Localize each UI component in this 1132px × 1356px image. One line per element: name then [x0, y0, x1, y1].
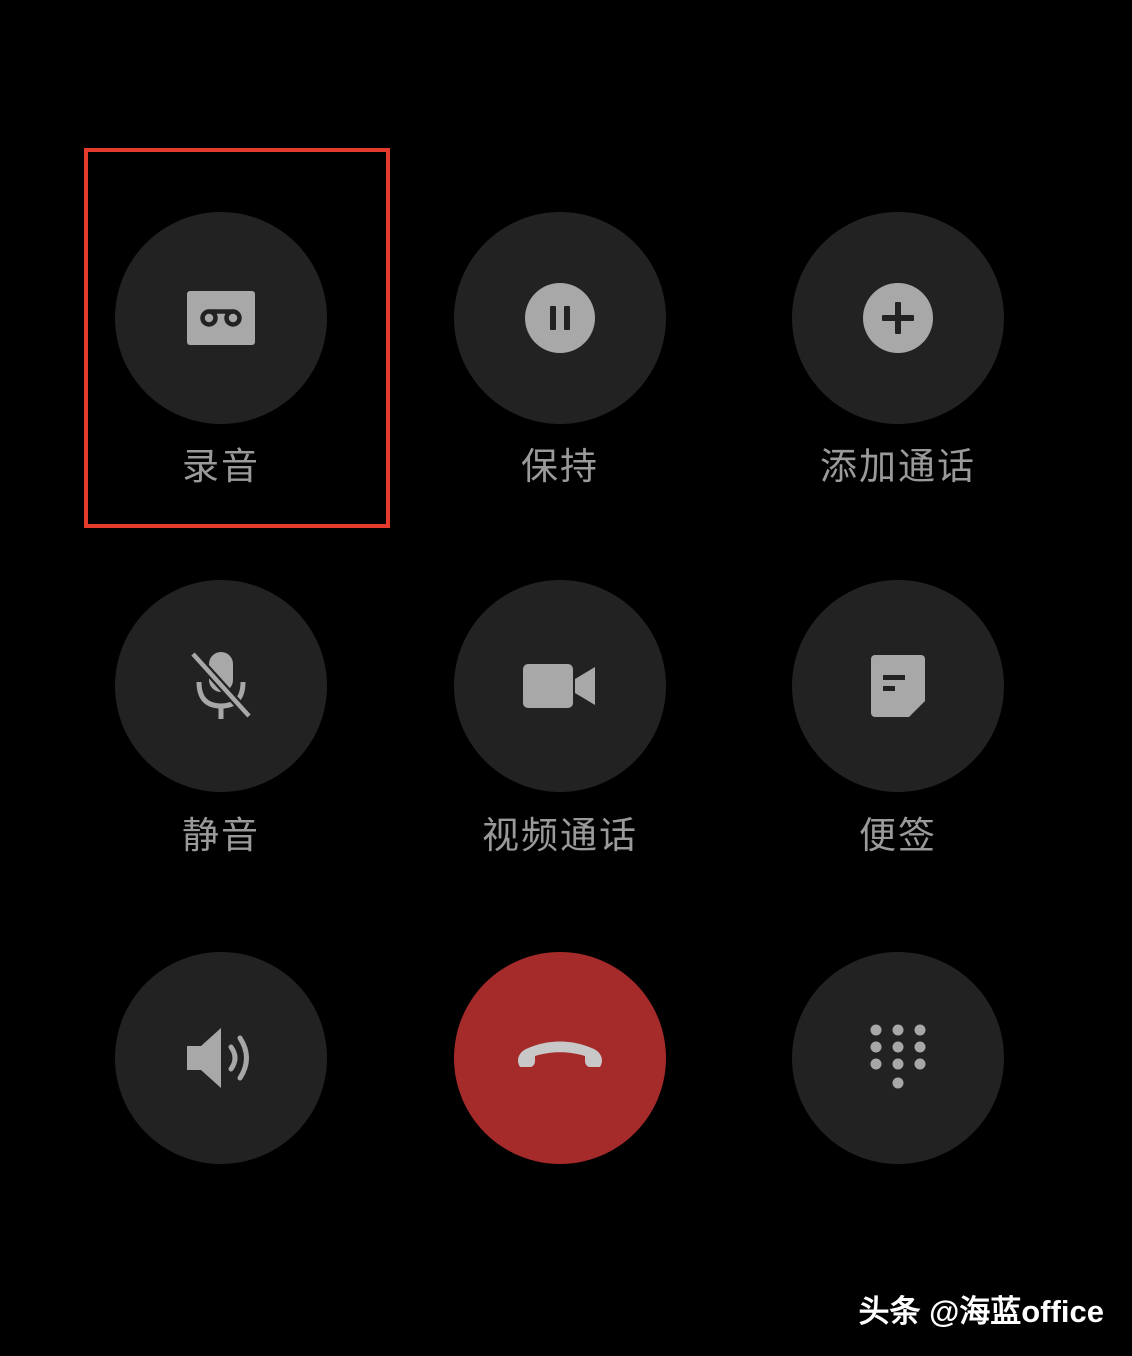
note-icon	[871, 655, 925, 717]
keypad-button[interactable]	[792, 952, 1004, 1164]
microphone-off-icon	[189, 650, 253, 720]
notes-button[interactable]	[792, 580, 1004, 792]
cassette-record-icon	[187, 291, 255, 345]
hold-button[interactable]	[454, 212, 666, 424]
speaker-button[interactable]	[115, 952, 327, 1164]
phone-hangup-icon	[518, 1041, 602, 1067]
add-call-button[interactable]	[792, 212, 1004, 424]
end-call-button[interactable]	[454, 952, 666, 1164]
dialpad-icon	[870, 1024, 926, 1089]
watermark: 头条 @海蓝office	[858, 1294, 1104, 1329]
mute-label: 静音	[182, 814, 260, 857]
mute-button[interactable]	[115, 580, 327, 792]
video-call-button[interactable]	[454, 580, 666, 792]
notes-label: 便签	[859, 814, 937, 857]
speaker-icon	[187, 1028, 249, 1088]
video-camera-icon	[523, 664, 595, 708]
hold-label: 保持	[521, 445, 599, 488]
pause-icon	[525, 283, 595, 353]
plus-circle-icon	[863, 283, 933, 353]
record-label: 录音	[182, 445, 260, 488]
add-call-label: 添加通话	[820, 445, 976, 488]
video-call-label: 视频通话	[482, 814, 638, 857]
record-button[interactable]	[115, 212, 327, 424]
